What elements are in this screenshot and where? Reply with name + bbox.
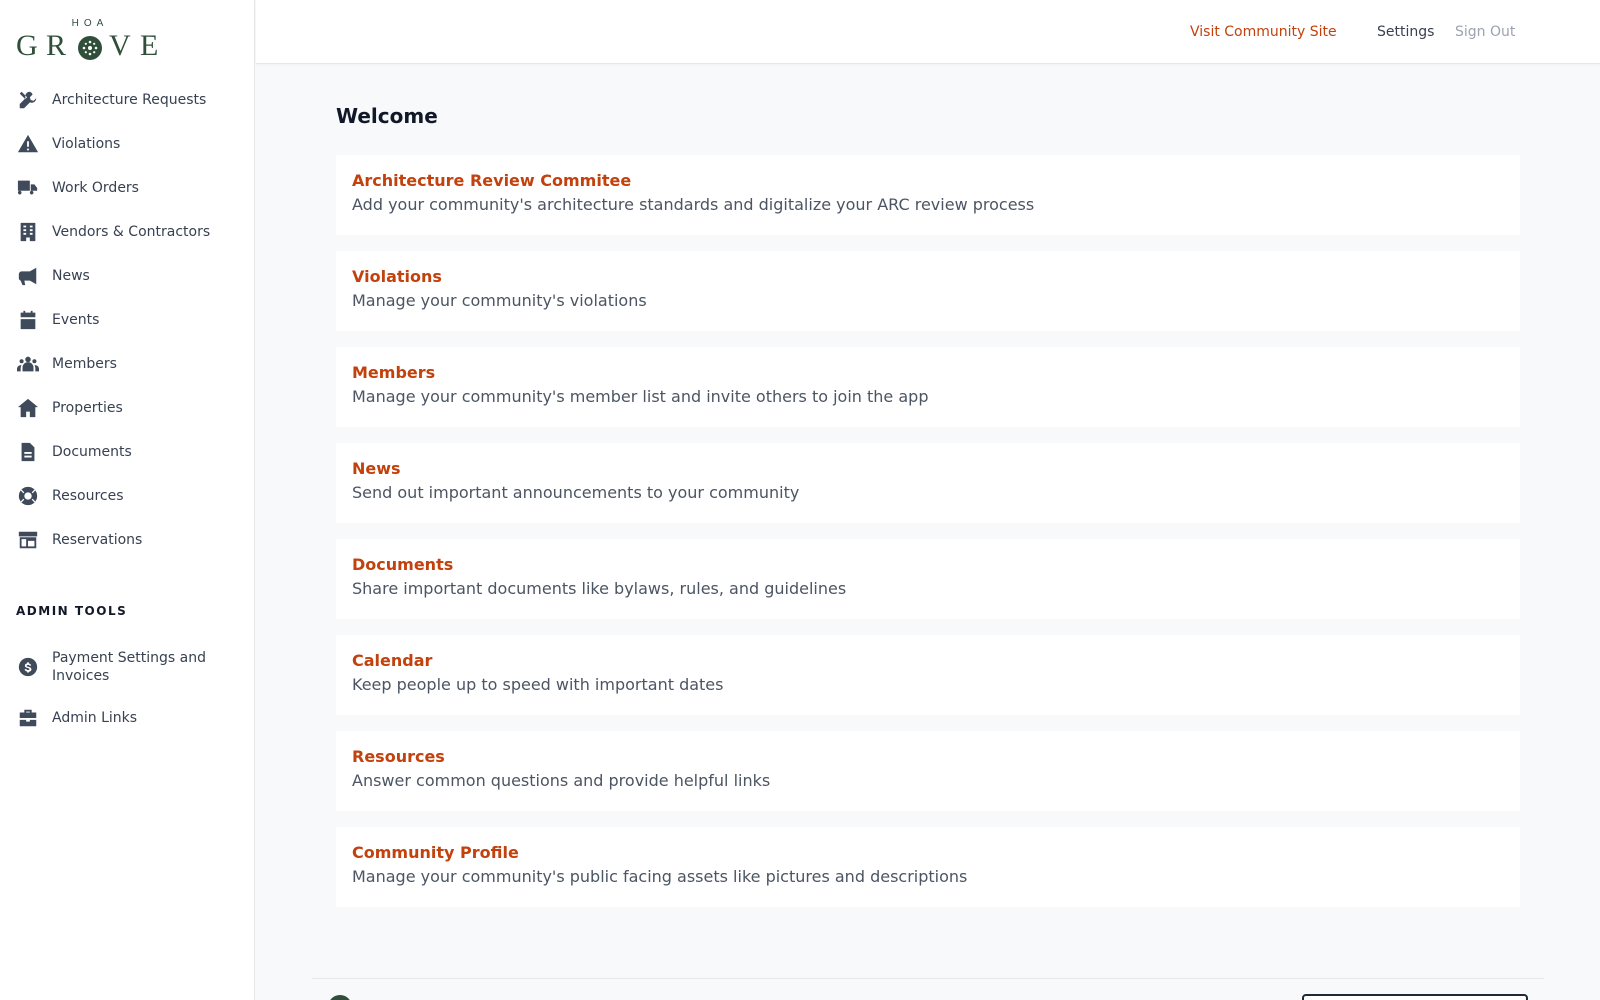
card-news[interactable]: News Send out important announcements to…: [336, 443, 1520, 523]
admin-nav: Payment Settings and Invoices Admin Link…: [0, 644, 255, 740]
sidebar-item-documents[interactable]: Documents: [0, 430, 255, 474]
sidebar-item-admin-links[interactable]: Admin Links: [0, 696, 255, 740]
card-documents[interactable]: Documents Share important documents like…: [336, 539, 1520, 619]
card-title: Members: [352, 363, 436, 382]
sidebar-item-label: Resources: [52, 488, 124, 504]
card-resources[interactable]: Resources Answer common questions and pr…: [336, 731, 1520, 811]
sidebar-item-label: Members: [52, 356, 117, 372]
sidebar-item-architecture-requests[interactable]: Architecture Requests: [0, 78, 255, 122]
card-architecture-review[interactable]: Architecture Review Commitee Add your co…: [336, 155, 1520, 235]
card-title: Architecture Review Commitee: [352, 171, 632, 190]
sidebar-nav: Architecture Requests Violations Work Or…: [0, 78, 255, 562]
card-members[interactable]: Members Manage your community's member l…: [336, 347, 1520, 427]
card-title: Resources: [352, 747, 445, 766]
sign-out-link[interactable]: Sign Out: [1455, 24, 1515, 40]
top-bar: Visit Community Site Settings Sign Out: [256, 0, 1600, 64]
sidebar-item-label: Violations: [52, 136, 121, 152]
logo-hoa-text: HOA: [71, 18, 109, 29]
sidebar-item-news[interactable]: News: [0, 254, 255, 298]
feature-card-list: Architecture Review Commitee Add your co…: [336, 155, 1520, 923]
footer-logo-icon: [328, 995, 352, 1000]
card-calendar[interactable]: Calendar Keep people up to speed with im…: [336, 635, 1520, 715]
settings-link[interactable]: Settings: [1377, 24, 1434, 40]
footer-button[interactable]: [1302, 994, 1528, 1000]
sidebar-item-label: Vendors & Contractors: [52, 224, 211, 240]
card-title: News: [352, 459, 401, 478]
sidebar-item-label: News: [52, 268, 90, 284]
sidebar-item-label: Properties: [52, 400, 123, 416]
card-title: Calendar: [352, 651, 433, 670]
sidebar-item-violations[interactable]: Violations: [0, 122, 255, 166]
card-description: Send out important announcements to your…: [352, 483, 800, 502]
sidebar-item-properties[interactable]: Properties: [0, 386, 255, 430]
hoa-grove-logo[interactable]: HOA G R V E: [16, 18, 161, 62]
store-icon: [16, 528, 40, 552]
sidebar-item-reservations[interactable]: Reservations: [0, 518, 255, 562]
truck-icon: [16, 176, 40, 200]
card-description: Manage your community's violations: [352, 291, 647, 310]
sidebar-item-label: Work Orders: [52, 180, 139, 196]
card-description: Answer common questions and provide help…: [352, 771, 771, 790]
sidebar-item-members[interactable]: Members: [0, 342, 255, 386]
card-description: Share important documents like bylaws, r…: [352, 579, 847, 598]
card-title: Violations: [352, 267, 442, 286]
card-title: Documents: [352, 555, 454, 574]
footer-divider: [312, 978, 1544, 979]
sidebar-item-label: Events: [52, 312, 100, 328]
logo-emblem-icon: [78, 36, 102, 60]
sidebar: HOA G R V E Architecture Requests Violat…: [0, 0, 255, 1000]
sidebar-item-vendors-contractors[interactable]: Vendors & Contractors: [0, 210, 255, 254]
megaphone-icon: [16, 264, 40, 288]
sidebar-item-label: Documents: [52, 444, 132, 460]
building-icon: [16, 220, 40, 244]
sidebar-item-payment-settings[interactable]: Payment Settings and Invoices: [0, 644, 255, 690]
card-description: Add your community's architecture standa…: [352, 195, 1035, 214]
sidebar-item-resources[interactable]: Resources: [0, 474, 255, 518]
sidebar-item-events[interactable]: Events: [0, 298, 255, 342]
calendar-icon: [16, 308, 40, 332]
card-community-profile[interactable]: Community Profile Manage your community'…: [336, 827, 1520, 907]
home-icon: [16, 396, 40, 420]
sidebar-item-work-orders[interactable]: Work Orders: [0, 166, 255, 210]
card-title: Community Profile: [352, 843, 519, 862]
dollar-icon: [16, 655, 40, 679]
warning-icon: [16, 132, 40, 156]
card-description: Keep people up to speed with important d…: [352, 675, 724, 694]
sidebar-item-label: Payment Settings and Invoices: [52, 650, 206, 684]
briefcase-icon: [16, 706, 40, 730]
admin-tools-heading: ADMIN TOOLS: [16, 604, 128, 618]
card-description: Manage your community's public facing as…: [352, 867, 968, 886]
sidebar-item-label: Admin Links: [52, 710, 138, 726]
card-description: Manage your community's member list and …: [352, 387, 929, 406]
document-icon: [16, 440, 40, 464]
page-title: Welcome: [336, 104, 438, 128]
sidebar-item-label: Reservations: [52, 532, 143, 548]
visit-community-site-link[interactable]: Visit Community Site: [1190, 24, 1337, 40]
lifering-icon: [16, 484, 40, 508]
users-icon: [16, 352, 40, 376]
card-violations[interactable]: Violations Manage your community's viola…: [336, 251, 1520, 331]
tools-icon: [16, 88, 40, 112]
sidebar-item-label: Architecture Requests: [52, 92, 207, 108]
